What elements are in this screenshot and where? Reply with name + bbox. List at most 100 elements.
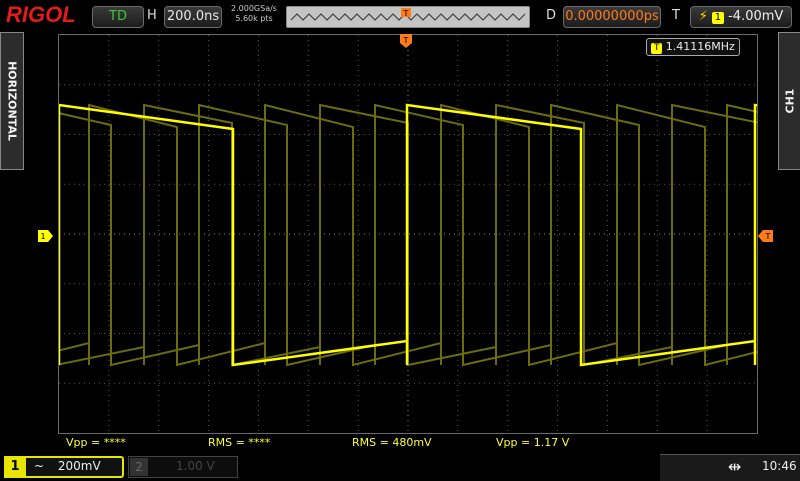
grid-dot [257, 140, 259, 141]
grid-dot [294, 84, 295, 86]
grid-dot [669, 382, 670, 384]
grid-dot [656, 110, 658, 111]
grid-dot [208, 365, 210, 366]
trigger-level-marker[interactable]: T [758, 230, 774, 242]
grid-dot [524, 134, 525, 135]
grid-dot [239, 134, 240, 135]
timebase-readout[interactable]: 200.0ns [164, 6, 222, 28]
grid-dot [307, 100, 309, 101]
grid-dot [357, 185, 359, 186]
ch1-offset-marker[interactable]: 1 [38, 230, 54, 242]
grid-dot [279, 183, 280, 185]
grid-dot [457, 50, 459, 51]
grid-dot [507, 260, 509, 261]
waveform-grid[interactable] [58, 34, 758, 434]
grid-dot [259, 233, 260, 235]
grid-dot [158, 95, 160, 96]
grid-dot [706, 90, 708, 91]
grid-dot [524, 333, 525, 334]
trigger-position-marker[interactable]: T [400, 34, 414, 50]
grid-dot [239, 283, 240, 285]
grid-dot [224, 333, 225, 334]
grid-dot [74, 183, 75, 185]
grid-dot [606, 415, 608, 416]
grid-dot [257, 200, 259, 201]
grid-dot [484, 183, 485, 185]
grid-dot [457, 90, 459, 91]
grid-dot [219, 382, 220, 384]
memory-position-bar[interactable]: T [286, 6, 530, 28]
grid-dot [224, 183, 225, 185]
grid-dot [108, 75, 110, 76]
grid-dot [208, 275, 210, 276]
grid-dot [357, 85, 359, 86]
grid-dot [429, 333, 430, 334]
grid-dot [307, 345, 309, 346]
grid-dot [79, 84, 80, 86]
grid-dot [507, 400, 509, 401]
grid-dot [307, 55, 309, 56]
grid-dot [689, 283, 690, 285]
grid-dot [514, 333, 515, 334]
grid-dot [108, 420, 110, 421]
grid-dot [674, 283, 675, 285]
grid-dot [744, 283, 745, 285]
grid-dot [158, 315, 160, 316]
grid-dot [606, 120, 608, 121]
grid-dot [544, 233, 545, 235]
grid-dot [164, 382, 165, 384]
grid-dot [357, 315, 359, 316]
grid-dot [114, 183, 115, 185]
grid-dot [606, 75, 608, 76]
grid-dot [606, 300, 608, 301]
grid-dot [319, 382, 320, 384]
grid-dot [344, 233, 345, 235]
grid-dot [606, 290, 608, 291]
grid-dot [684, 382, 685, 384]
grid-dot [108, 65, 110, 66]
grid-dot [507, 330, 509, 331]
grid-dot [174, 382, 175, 384]
grid-dot [609, 183, 610, 185]
grid-dot [749, 333, 750, 334]
ch1-menu-tab[interactable]: CH1 [778, 32, 800, 170]
grid-dot [179, 84, 180, 86]
grid-dot [606, 160, 608, 161]
grid-dot [494, 233, 495, 235]
grid-dot [534, 183, 535, 185]
grid-dot [307, 35, 309, 36]
grid-dot [257, 255, 259, 256]
grid-dot [606, 250, 608, 251]
grid-dot [549, 333, 550, 334]
grid-dot [699, 283, 700, 285]
grid-dot [507, 375, 509, 376]
trigger-readout[interactable]: ⚡ 1 -4.00mV [690, 6, 792, 28]
grid-dot [304, 183, 305, 185]
grid-dot [679, 134, 680, 135]
run-state-button[interactable]: TD [92, 6, 144, 28]
grid-dot [656, 320, 658, 321]
grid-dot [457, 145, 459, 146]
grid-dot [389, 333, 390, 334]
grid-dot [239, 84, 240, 86]
grid-dot [314, 233, 315, 235]
grid-dot [444, 382, 445, 384]
grid-dot [279, 382, 280, 384]
grid-dot [557, 340, 559, 341]
grid-dot [158, 110, 160, 111]
grid-dot [629, 183, 630, 185]
grid-dot [509, 233, 510, 235]
grid-dot [84, 333, 85, 334]
grid-dot [364, 84, 365, 86]
grid-dot [569, 183, 570, 185]
grid-dot [108, 405, 110, 406]
grid-dot [307, 105, 309, 106]
frequency-counter[interactable]: T 1.41116MHz [646, 38, 740, 56]
grid-dot [114, 84, 115, 86]
grid-dot [407, 420, 409, 421]
grid-dot [724, 183, 725, 185]
delay-readout[interactable]: 0.00000000ps [563, 6, 661, 28]
grid-dot [457, 235, 459, 236]
horizontal-menu-tab[interactable]: HORIZONTAL [0, 32, 24, 170]
grid-dot [158, 380, 160, 381]
